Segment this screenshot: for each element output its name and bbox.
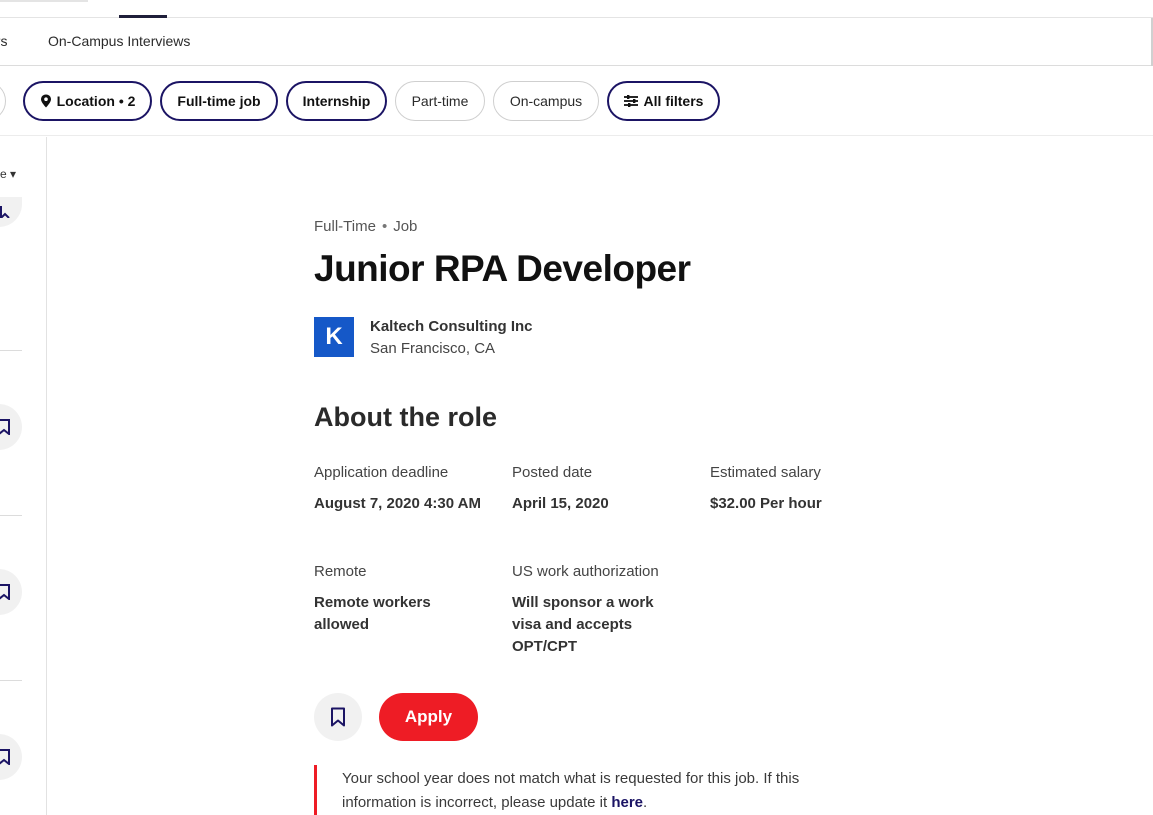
field-label: Application deadline bbox=[314, 464, 449, 481]
field-value: August 7, 2020 4:30 AM bbox=[314, 495, 481, 512]
field-label: Remote bbox=[314, 563, 367, 580]
field-salary: Estimated salary $32.00 Per hour bbox=[710, 463, 880, 515]
list-divider bbox=[0, 680, 22, 681]
field-value: April 15, 2020 bbox=[512, 495, 609, 512]
meta-separator: • bbox=[381, 218, 388, 235]
filter-location[interactable]: Location • 2 bbox=[23, 81, 152, 121]
job-title: Junior RPA Developer bbox=[314, 248, 691, 289]
list-save-button[interactable] bbox=[0, 197, 22, 227]
list-divider bbox=[0, 350, 22, 351]
filter-on-campus[interactable]: On-campus bbox=[493, 81, 599, 121]
top-nav-divider bbox=[0, 0, 88, 2]
filter-internship-label: Internship bbox=[302, 93, 371, 109]
bookmark-icon bbox=[331, 707, 345, 727]
list-divider bbox=[0, 515, 22, 516]
notice-update-link[interactable]: here bbox=[611, 794, 643, 811]
field-label: US work authorization bbox=[512, 563, 659, 580]
bookmark-icon bbox=[0, 419, 10, 435]
job-meta: Full-Time • Job bbox=[314, 218, 417, 235]
field-posted-date: Posted date April 15, 2020 bbox=[512, 463, 682, 515]
section-title: About the role bbox=[314, 402, 497, 432]
job-category: Job bbox=[393, 218, 418, 235]
job-page: ers On-Campus Interviews Location • 2 Fu… bbox=[0, 0, 1153, 815]
field-label: Estimated salary bbox=[710, 464, 821, 481]
save-job-button[interactable] bbox=[314, 693, 362, 741]
filter-full-time[interactable]: Full-time job bbox=[160, 81, 278, 121]
company-logo[interactable]: K bbox=[314, 317, 354, 357]
filter-part-time[interactable]: Part-time bbox=[395, 81, 485, 121]
bookmark-icon bbox=[0, 206, 10, 218]
job-type: Full-Time bbox=[314, 218, 376, 235]
filter-part-time-label: Part-time bbox=[411, 93, 469, 109]
sort-dropdown-caret-icon[interactable]: e ▾ bbox=[0, 167, 16, 181]
company-name[interactable]: Kaltech Consulting Inc bbox=[370, 318, 533, 335]
bookmark-icon bbox=[0, 584, 10, 600]
notice-end: . bbox=[643, 794, 648, 811]
secondary-nav: ers On-Campus Interviews bbox=[0, 18, 1153, 66]
field-remote: Remote Remote workers allowed bbox=[314, 562, 484, 636]
filter-bar: Location • 2 Full-time job Internship Pa… bbox=[0, 66, 1153, 136]
field-deadline: Application deadline August 7, 2020 4:30… bbox=[314, 463, 484, 515]
filter-internship[interactable]: Internship bbox=[286, 81, 387, 121]
filter-full-time-label: Full-time job bbox=[177, 93, 261, 109]
job-list-column: e ▾ bbox=[0, 137, 47, 815]
bookmark-icon bbox=[0, 749, 10, 765]
notice-text: Your school year does not match what is … bbox=[342, 770, 800, 811]
field-value: $32.00 Per hour bbox=[710, 495, 822, 512]
nav-link-partial[interactable]: ers bbox=[0, 33, 7, 49]
company-location: San Francisco, CA bbox=[370, 340, 496, 357]
sliders-icon bbox=[623, 95, 638, 107]
all-filters-label: All filters bbox=[643, 93, 704, 109]
top-nav-strip bbox=[0, 0, 1153, 18]
eligibility-notice: Your school year does not match what is … bbox=[314, 765, 874, 815]
filter-pill-partial[interactable] bbox=[0, 81, 6, 121]
nav-link-on-campus-interviews[interactable]: On-Campus Interviews bbox=[48, 33, 190, 49]
field-value: Will sponsor a work visa and accepts OPT… bbox=[512, 594, 654, 655]
filter-location-label: Location • 2 bbox=[56, 93, 136, 109]
field-work-authorization: US work authorization Will sponsor a wor… bbox=[512, 562, 682, 658]
list-save-button[interactable] bbox=[0, 569, 22, 615]
all-filters-button[interactable]: All filters bbox=[607, 81, 720, 121]
field-value: Remote workers allowed bbox=[314, 594, 431, 633]
field-label: Posted date bbox=[512, 464, 593, 481]
filter-on-campus-label: On-campus bbox=[509, 93, 583, 109]
list-save-button[interactable] bbox=[0, 734, 22, 780]
list-save-button[interactable] bbox=[0, 404, 22, 450]
location-pin-icon bbox=[40, 94, 51, 108]
apply-button[interactable]: Apply bbox=[379, 693, 478, 741]
